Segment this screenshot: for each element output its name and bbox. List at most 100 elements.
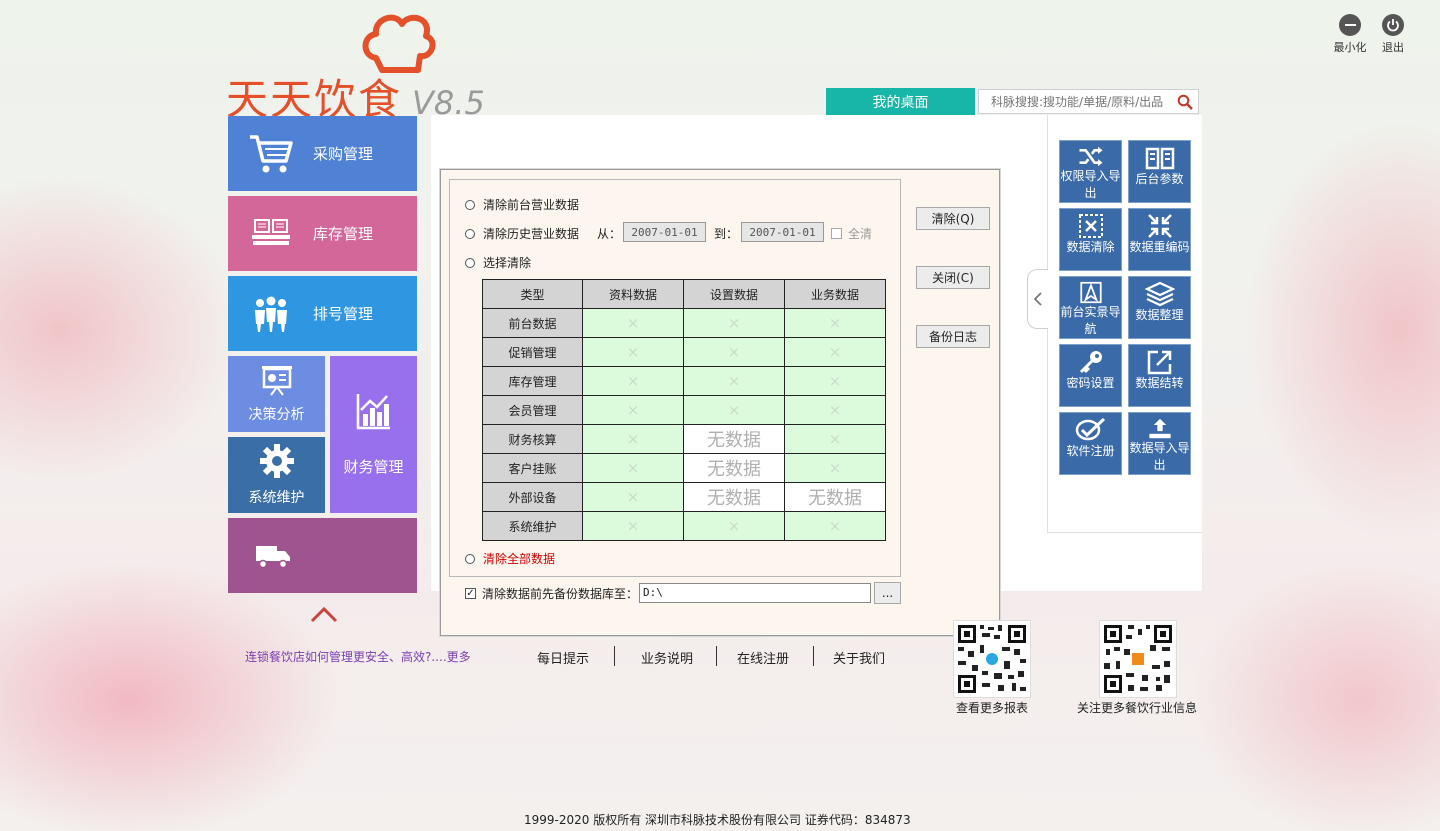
table-cell[interactable]: × [582,366,684,396]
from-date-field[interactable]: 2007-01-01 [623,222,706,242]
quick-permission-import-export[interactable]: 权限导入导出 [1059,140,1122,203]
backup-log-button[interactable]: 备份日志 [916,325,990,348]
warehouse-icon [228,218,313,250]
table-cell-nodata: 无数据 [683,453,785,483]
quick-label: 数据清除 [1066,240,1115,254]
table-cell[interactable]: × [784,366,886,396]
close-button[interactable]: 关闭(C) [916,266,990,289]
clear-data-icon [1078,214,1103,238]
divider [716,646,717,666]
clear-button[interactable]: 清除(Q) [916,207,990,230]
presentation-icon [260,364,294,396]
table-row: 客户挂账 × 无数据 × [482,453,886,483]
table-row: 会员管理 × × × [482,395,886,425]
to-date-field[interactable]: 2007-01-01 [741,222,824,242]
table-cell[interactable]: × [582,308,684,338]
copyright: 1999-2020 版权所有 深圳市科脉技术股份有限公司 证券代码：834873 [524,813,911,827]
table-cell[interactable]: × [683,337,785,367]
link-about-us[interactable]: 关于我们 [833,648,885,667]
table-cell[interactable]: × [784,511,886,541]
radio-clear-front-label: 清除前台营业数据 [483,198,580,212]
quick-software-register[interactable]: 软件注册 [1059,412,1122,475]
exit-label: 退出 [1382,41,1404,54]
quick-data-organize[interactable]: 数据整理 [1128,276,1191,339]
quick-data-recode[interactable]: 数据重编码 [1128,208,1191,271]
table-cell[interactable]: × [582,395,684,425]
link-online-register[interactable]: 在线注册 [737,648,789,667]
table-cell[interactable]: × [683,511,785,541]
radio-clear-front[interactable]: 清除前台营业数据 [465,196,579,213]
qr-code-follow[interactable] [1099,620,1177,698]
menu-system[interactable]: 系统维护 [228,437,325,513]
quick-password-settings[interactable]: 密码设置 [1059,344,1122,407]
table-cell[interactable]: × [784,337,886,367]
checkbox-box [831,228,842,239]
backup-path-input[interactable]: D:\ [639,583,871,603]
qr-code-reports[interactable] [953,620,1031,698]
quick-data-import-export[interactable]: 数据导入导出 [1128,412,1191,475]
menu-queue-label: 排号管理 [313,305,374,323]
radio-clear-all[interactable]: 清除全部数据 [465,550,555,567]
people-icon [228,294,313,334]
table-cell[interactable]: × [582,337,684,367]
browse-button[interactable]: ... [874,582,901,604]
table-cell-nodata: 无数据 [683,424,785,454]
menu-purchase[interactable]: 采购管理 [228,116,417,191]
link-business-desc[interactable]: 业务说明 [641,648,693,667]
qr-reports-label: 查看更多报表 [956,701,1029,715]
collapse-up-icon[interactable] [309,604,339,628]
table-cell[interactable]: × [683,308,785,338]
truck-icon [228,543,318,569]
quick-label: 后台参数 [1135,172,1184,186]
export-icon [1147,350,1171,375]
minimize-button[interactable]: 最小化 [1328,14,1372,55]
menu-finance[interactable]: 财务管理 [330,356,417,513]
quick-front-navigation[interactable]: 前台实景导航 [1059,276,1122,339]
table-cell[interactable]: × [582,482,684,512]
menu-decision-label: 决策分析 [248,407,305,423]
panel-divider-h [1047,532,1202,533]
key-icon [1079,351,1102,374]
all-clear-checkbox[interactable]: 全清 [831,225,872,242]
layers-icon [1144,281,1175,307]
search-input[interactable] [979,94,1172,109]
compress-icon [1147,214,1172,238]
table-cell[interactable]: × [784,453,886,483]
menu-queue[interactable]: 排号管理 [228,276,417,351]
link-daily-tip[interactable]: 每日提示 [537,648,589,667]
row-type: 前台数据 [482,308,583,338]
tab-my-desktop[interactable]: 我的桌面 [826,88,975,115]
table-cell[interactable]: × [582,424,684,454]
quick-label: 数据重编码 [1129,240,1190,254]
minimize-icon [1339,14,1361,36]
quick-data-clear[interactable]: 数据清除 [1059,208,1122,271]
table-cell[interactable]: × [784,308,886,338]
table-cell[interactable]: × [784,395,886,425]
menu-inventory[interactable]: 库存管理 [228,196,417,271]
radio-select-clear[interactable]: 选择清除 [465,254,531,271]
radio-circle [465,553,475,564]
exit-button[interactable]: 退出 [1371,14,1415,55]
table-cell[interactable]: × [582,511,684,541]
backup-checkbox[interactable]: ✓ 清除数据前先备份数据库至： [465,585,638,602]
table-cell[interactable]: × [582,453,684,483]
menu-decision[interactable]: 决策分析 [228,356,325,432]
table-cell[interactable]: × [784,424,886,454]
table-cell[interactable]: × [683,395,785,425]
table-cell[interactable]: × [683,366,785,396]
quick-data-carryover[interactable]: 数据结转 [1128,344,1191,407]
menu-delivery[interactable] [228,518,417,593]
table-row: 促销管理 × × × [482,337,886,367]
radio-clear-history[interactable]: 清除历史营业数据 [465,225,579,242]
search-icon[interactable] [1172,94,1198,110]
check-icon: ✓ [465,587,476,599]
menu-inventory-label: 库存管理 [313,225,374,243]
tip-link[interactable]: 连锁餐饮店如何管理更安全、高效?....更多 [245,648,471,665]
collapse-left-button[interactable] [1027,269,1048,329]
divider [614,646,615,666]
upload-icon [1148,418,1171,439]
radio-circle [465,257,475,268]
chart-growth-icon [356,392,392,430]
quick-backend-params[interactable]: 后台参数 [1128,140,1191,203]
table-row: 外部设备 × 无数据 无数据 [482,482,886,512]
